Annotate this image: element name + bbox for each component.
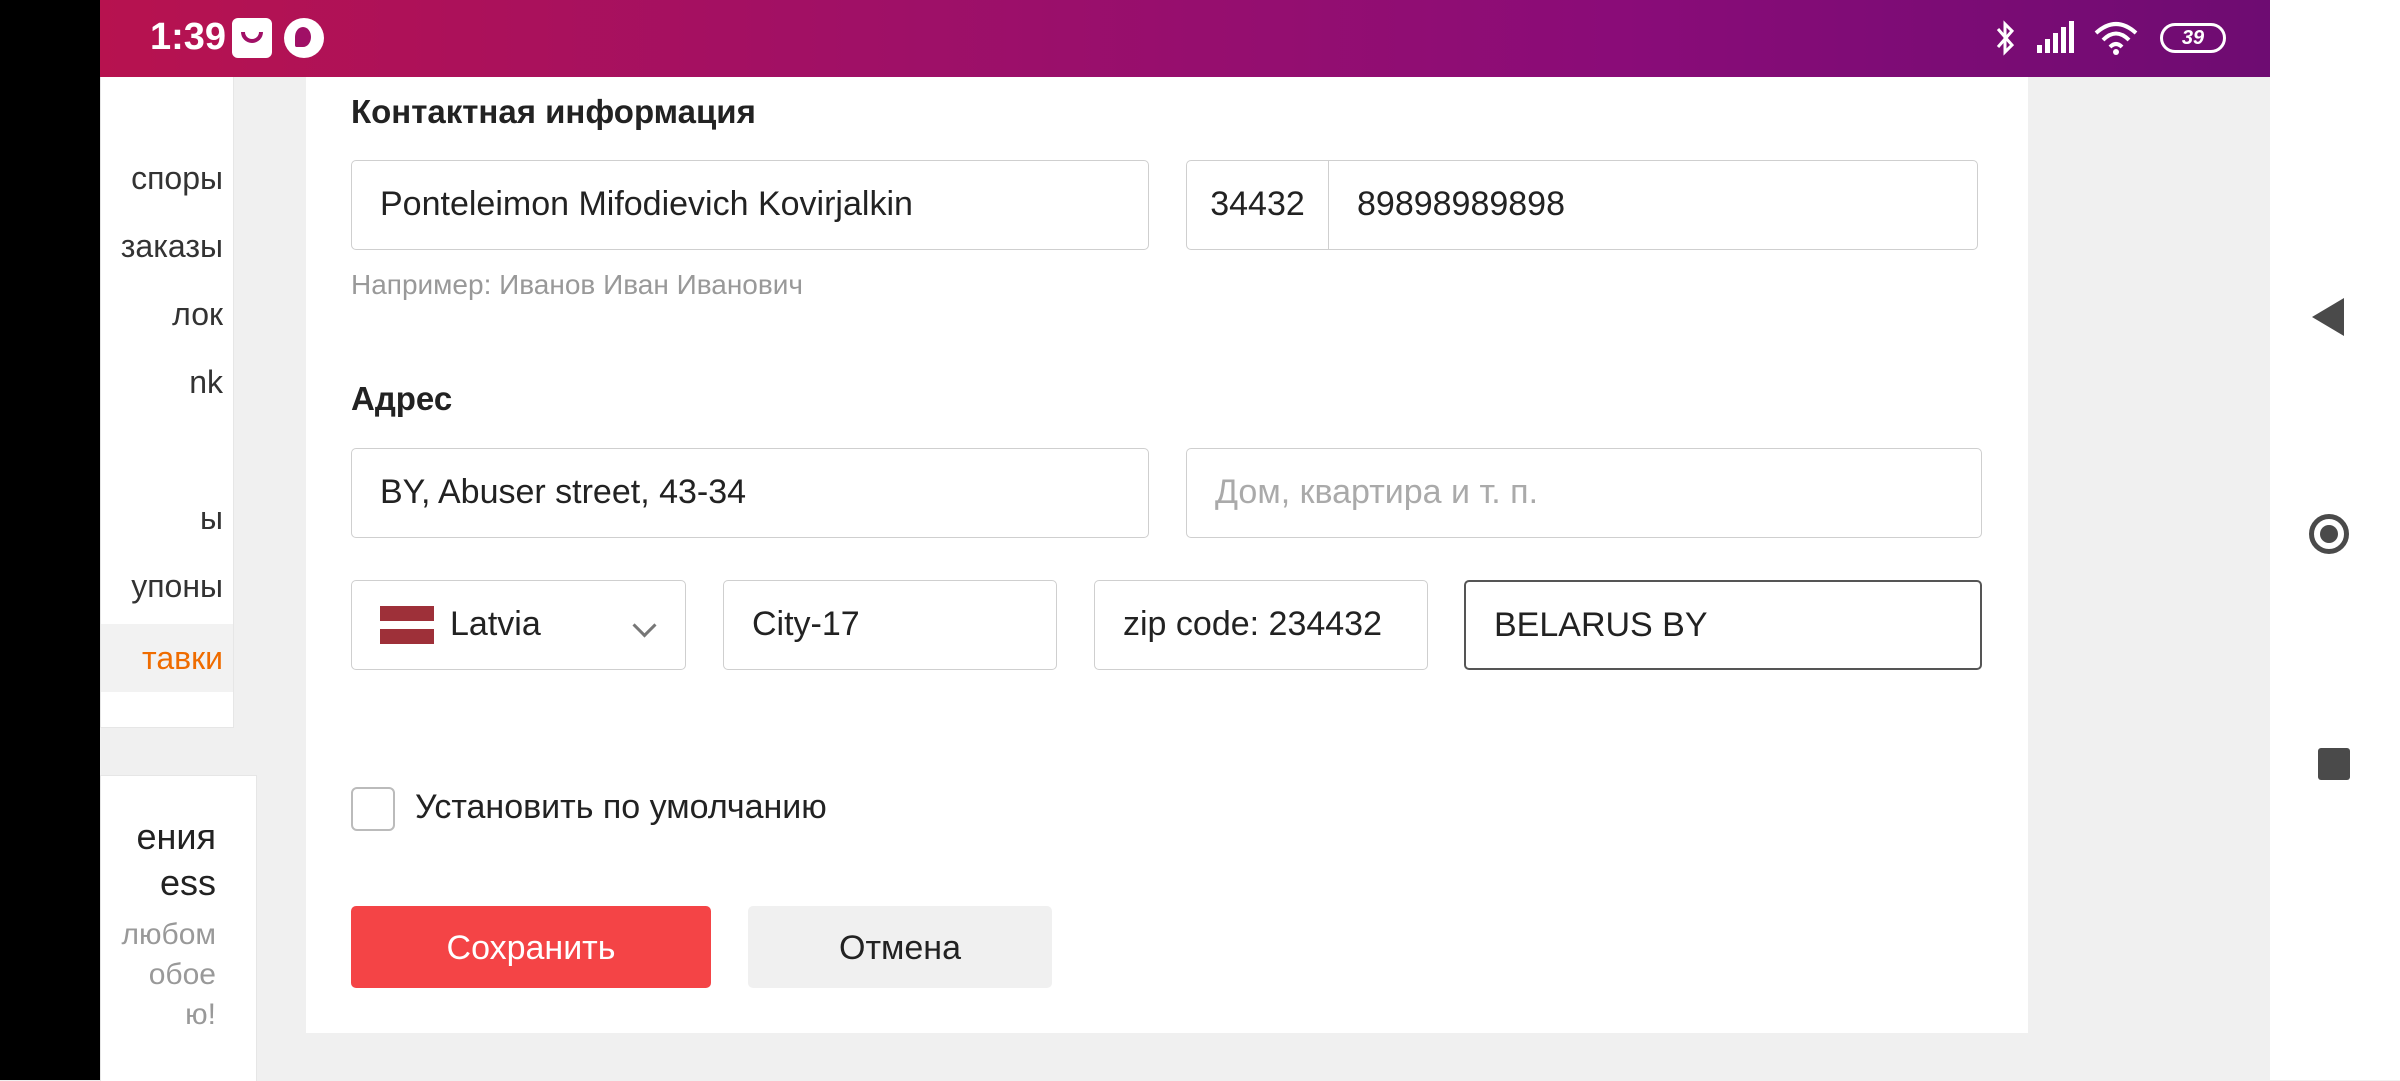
- sidebar-item-orders[interactable]: заказы: [121, 228, 223, 265]
- sidebar-item-coupons[interactable]: упоны: [131, 568, 223, 605]
- promo-title-line1: ения: [136, 816, 216, 857]
- contact-name-input[interactable]: Ponteleimon Mifodievich Kovirjalkin: [351, 160, 1149, 250]
- phone-number-input[interactable]: 89898989898: [1357, 161, 1565, 248]
- country-select[interactable]: Latvia: [351, 580, 686, 670]
- promo-sub-line1: любом: [121, 918, 217, 951]
- country-select-value: Latvia: [450, 605, 541, 643]
- street-input[interactable]: BY, Abuser street, 43-34: [351, 448, 1149, 538]
- sidebar-item-disputes[interactable]: споры: [131, 160, 223, 197]
- region-input[interactable]: BELARUS BY: [1464, 580, 1982, 670]
- contact-section-title: Контактная информация: [351, 93, 756, 130]
- account-sidebar: споры заказы лок nk ы упоны тавки: [100, 77, 234, 728]
- sidebar-item-block[interactable]: лок: [172, 296, 223, 333]
- default-address-label[interactable]: Установить по умолчанию: [415, 788, 827, 827]
- battery-icon: 39: [2160, 23, 2226, 53]
- default-address-checkbox[interactable]: [351, 787, 395, 831]
- firefox-icon: [284, 18, 324, 58]
- city-input[interactable]: City-17: [723, 580, 1057, 670]
- recent-apps-icon[interactable]: [2318, 748, 2350, 780]
- apartment-input[interactable]: Дом, квартира и т. п.: [1186, 448, 1982, 538]
- latvia-flag-icon: [380, 606, 434, 644]
- save-button[interactable]: Сохранить: [351, 906, 711, 988]
- promo-sub-line3: ю!: [185, 998, 216, 1031]
- cancel-button[interactable]: Отмена: [748, 906, 1052, 988]
- status-time: 1:39: [150, 16, 227, 58]
- promo-title-line2: ess: [159, 862, 216, 903]
- wifi-icon: [2094, 22, 2137, 55]
- chevron-down-icon: [632, 613, 657, 638]
- address-section-title: Адрес: [351, 380, 453, 417]
- sidebar-item-link[interactable]: nk: [189, 364, 223, 401]
- shopping-bag-icon: [232, 18, 272, 58]
- signal-icon: [2037, 21, 2075, 53]
- back-icon[interactable]: [2312, 298, 2344, 336]
- status-bar: 1:39 39: [100, 0, 2270, 77]
- phone-field: 34432 89898989898: [1186, 160, 1978, 250]
- sidebar-item-delivery-addresses[interactable]: тавки: [142, 640, 223, 677]
- bluetooth-icon: [1996, 20, 2014, 56]
- phone-code-input[interactable]: 34432: [1187, 161, 1329, 249]
- sidebar-item-generic[interactable]: ы: [200, 500, 223, 537]
- zip-input[interactable]: zip code: 234432: [1094, 580, 1428, 670]
- promo-sub-line2: обое: [148, 958, 216, 991]
- name-hint: Например: Иванов Иван Иванович: [351, 269, 803, 300]
- status-icons: 39: [1981, 20, 2226, 60]
- left-black-bar: [0, 0, 100, 1080]
- promo-card[interactable]: ения ess любом обое ю!: [100, 775, 257, 1081]
- home-icon[interactable]: [2309, 514, 2349, 554]
